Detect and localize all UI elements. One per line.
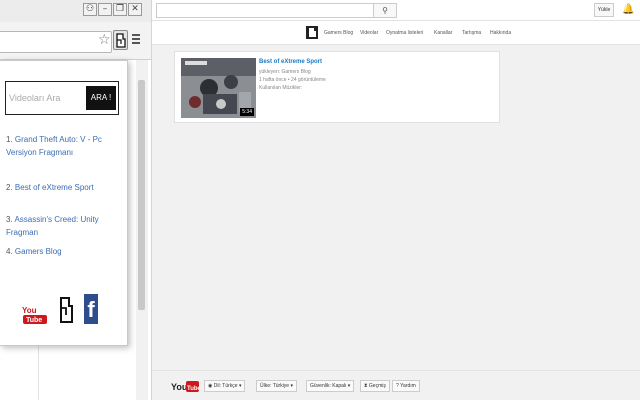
result-item-3[interactable]: 3. Assassin's Creed: Unity Fragman [6, 213, 124, 239]
close-button[interactable]: ✕ [128, 3, 142, 16]
tab-discussion[interactable]: Tartışma [462, 30, 481, 36]
svg-text:Tube: Tube [26, 317, 42, 324]
help-button[interactable]: ? Yardım [392, 380, 420, 392]
youtube-search-input[interactable] [156, 3, 374, 18]
result-link[interactable]: Assassin's Creed: Unity Fragman [6, 215, 99, 237]
extension-popup: ARA ! 1. Grand Theft Auto: V - Pc Versiy… [0, 60, 128, 346]
result-item-2[interactable]: 2. Best of eXtreme Sport [6, 181, 124, 194]
upload-button[interactable]: Yükle [594, 3, 614, 17]
result-number: 4. [6, 247, 13, 256]
result-number: 1. [6, 135, 13, 144]
history-button[interactable]: ⧗ Geçmiş [360, 380, 390, 392]
tab-gamers-blog[interactable]: Gamers Blog [324, 30, 353, 36]
address-bar[interactable] [0, 31, 112, 53]
video-uploader: yükleyen: Gamers Blog [259, 69, 311, 75]
screen: ⚇ – ❐ ✕ ☆ ARA ! [0, 0, 640, 400]
extension-button[interactable] [113, 30, 128, 50]
svg-text:Tube: Tube [187, 386, 199, 392]
search-button[interactable]: ARA ! [86, 86, 116, 110]
title-bar: ⚇ – ❐ ✕ [0, 0, 151, 22]
result-number: 2. [6, 183, 13, 192]
bookmark-star-icon[interactable]: ☆ [98, 32, 111, 48]
divider [38, 340, 39, 400]
language-select[interactable]: ◉ Dil: Türkçe ▾ [204, 380, 246, 392]
result-link[interactable]: Grand Theft Auto: V - Pc Versiyon Fragma… [6, 135, 102, 157]
language-label: Dil: Türkçe ▾ [213, 383, 242, 389]
notification-bell-icon[interactable]: 🔔 [622, 4, 634, 15]
youtube-logo-icon[interactable]: You Tube [22, 304, 48, 324]
result-link[interactable]: Best of eXtreme Sport [15, 183, 94, 192]
result-item-4[interactable]: 4. Gamers Blog [6, 245, 124, 258]
browser-window: ⚇ – ❐ ✕ ☆ ARA ! [0, 0, 152, 400]
history-label: Geçmiş [368, 383, 386, 389]
video-search-input[interactable] [9, 90, 85, 106]
tab-channels[interactable]: Kanallar [434, 30, 452, 36]
chrome-menu-icon[interactable] [132, 34, 140, 46]
scrollbar-thumb[interactable] [138, 80, 145, 310]
video-thumbnail[interactable]: 5:34 [181, 58, 256, 118]
video-card: 5:34 Best of eXtreme Sport yükleyen: Gam… [174, 51, 500, 123]
youtube-page: ⚲ Yükle 🔔 Gamers Blog Videolar Oynatma l… [152, 0, 640, 400]
tab-videos[interactable]: Videolar [360, 30, 378, 36]
youtube-masthead: ⚲ Yükle 🔔 [152, 0, 640, 21]
youtube-search-button[interactable]: ⚲ [373, 3, 397, 18]
youtube-footer-logo-icon[interactable]: You Tube [171, 380, 199, 392]
video-search-box: ARA ! [5, 81, 119, 115]
safety-select[interactable]: Güvenlik: Kapalı ▾ [306, 380, 355, 392]
restore-button[interactable]: ❐ [113, 3, 127, 16]
window-controls: ⚇ – ❐ ✕ [83, 3, 142, 16]
minimize-button[interactable]: – [98, 3, 112, 16]
video-duration: 5:34 [240, 108, 254, 116]
youtube-footer: You Tube ◉ Dil: Türkçe ▾ Ülke: Türkiye ▾… [152, 370, 640, 400]
country-select[interactable]: Ülke: Türkiye ▾ [256, 380, 297, 392]
tab-playlists[interactable]: Oynatma listeleri [386, 30, 423, 36]
svg-text:You: You [171, 382, 187, 392]
tab-about[interactable]: Hakkında [490, 30, 511, 36]
social-links: You Tube f [22, 294, 98, 324]
browser-toolbar: ☆ [0, 22, 151, 60]
result-number: 3. [6, 215, 13, 224]
channel-nav: Gamers Blog Videolar Oynatma listeleri K… [152, 21, 640, 45]
facebook-icon[interactable]: f [84, 294, 98, 324]
video-music: Kullanılan Müzikler: [259, 85, 303, 91]
gamers-blog-logo-icon[interactable] [58, 296, 74, 324]
video-title[interactable]: Best of eXtreme Sport [259, 59, 322, 65]
channel-logo-icon [309, 28, 316, 37]
video-stats: 1 hafta önce • 24 görüntüleme [259, 77, 326, 83]
channel-avatar[interactable] [306, 26, 318, 39]
gamers-blog-icon [116, 33, 126, 48]
profile-icon[interactable]: ⚇ [83, 3, 97, 16]
svg-text:You: You [22, 306, 37, 315]
result-link[interactable]: Gamers Blog [15, 247, 62, 256]
help-label: Yardım [400, 383, 416, 389]
scrollbar[interactable] [136, 60, 148, 400]
result-item-1[interactable]: 1. Grand Theft Auto: V - Pc Versiyon Fra… [6, 133, 124, 159]
